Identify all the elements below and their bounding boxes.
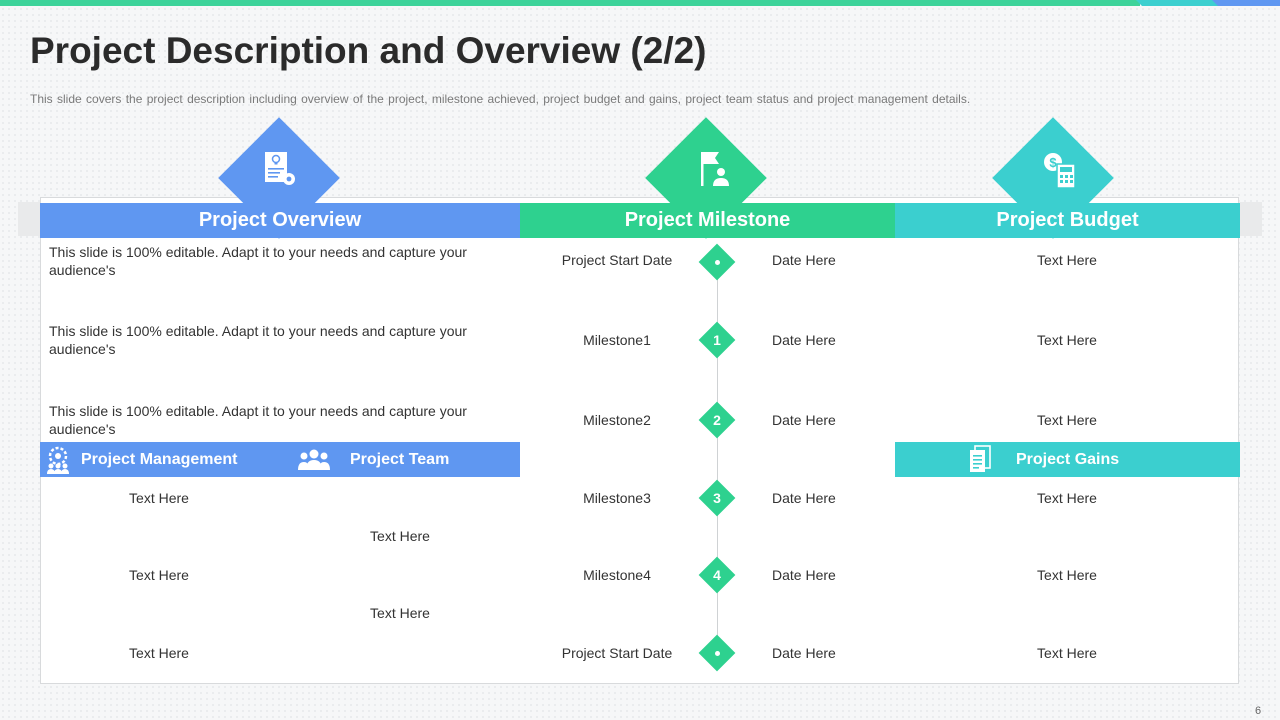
gains-label: Project Gains	[1016, 451, 1120, 468]
milestone-marker: 1	[698, 321, 736, 359]
milestone-date: Date Here	[772, 412, 836, 428]
milestone-date: Date Here	[772, 332, 836, 348]
overview-header: Project Overview	[40, 203, 520, 238]
page-number: 6	[1255, 705, 1262, 717]
top-accent-bar	[0, 0, 1280, 6]
documents-icon	[967, 444, 993, 474]
milestone-date: Date Here	[772, 567, 836, 583]
svg-text:$: $	[1049, 155, 1057, 170]
milestone-marker: 4	[698, 556, 736, 594]
gear-people-icon	[43, 445, 73, 475]
team-item: Text Here	[370, 528, 430, 544]
slide-title: Project Description and Overview (2/2)	[30, 30, 707, 71]
milestone-name: Milestone3	[583, 490, 651, 506]
slide-subtitle: This slide covers the project descriptio…	[30, 92, 971, 106]
milestone-name: Milestone4	[583, 567, 651, 583]
milestone-marker	[698, 634, 736, 672]
overview-item: This slide is 100% editable. Adapt it to…	[49, 244, 467, 278]
budget-header: Project Budget	[895, 203, 1240, 238]
milestone-name: Milestone1	[583, 332, 651, 348]
milestone-marker: 3	[698, 479, 736, 517]
gains-item: Text Here	[1037, 567, 1097, 583]
idea-document-gear-icon	[254, 145, 304, 195]
budget-item: Text Here	[1037, 332, 1097, 348]
gains-item: Text Here	[1037, 645, 1097, 661]
management-item: Text Here	[129, 490, 189, 506]
overview-header-label: Project Overview	[198, 209, 362, 231]
budget-item: Text Here	[1037, 412, 1097, 428]
milestone-marker	[698, 243, 736, 281]
milestone-header: Project Milestone	[520, 203, 895, 238]
milestone-date: Date Here	[772, 645, 836, 661]
overview-item: This slide is 100% editable. Adapt it to…	[49, 323, 467, 357]
milestone-marker: 2	[698, 401, 736, 439]
team-label: Project Team	[350, 451, 450, 468]
management-label: Project Management	[81, 451, 238, 468]
milestone-header-label: Project Milestone	[624, 209, 791, 231]
milestone-name: Project Start Date	[561, 252, 673, 268]
gains-item: Text Here	[1037, 490, 1097, 506]
milestone-name: Project Start Date	[561, 645, 673, 661]
milestone-date: Date Here	[772, 252, 836, 268]
team-people-icon	[297, 446, 331, 474]
overview-item: This slide is 100% editable. Adapt it to…	[49, 403, 467, 437]
budget-header-label: Project Budget	[996, 209, 1139, 231]
flag-person-icon	[690, 145, 740, 195]
management-item: Text Here	[129, 567, 189, 583]
milestone-name: Milestone2	[583, 412, 651, 428]
dollar-calculator-icon: $	[1034, 145, 1084, 195]
team-item: Text Here	[370, 605, 430, 621]
management-item: Text Here	[129, 645, 189, 661]
budget-item: Text Here	[1037, 252, 1097, 268]
milestone-date: Date Here	[772, 490, 836, 506]
